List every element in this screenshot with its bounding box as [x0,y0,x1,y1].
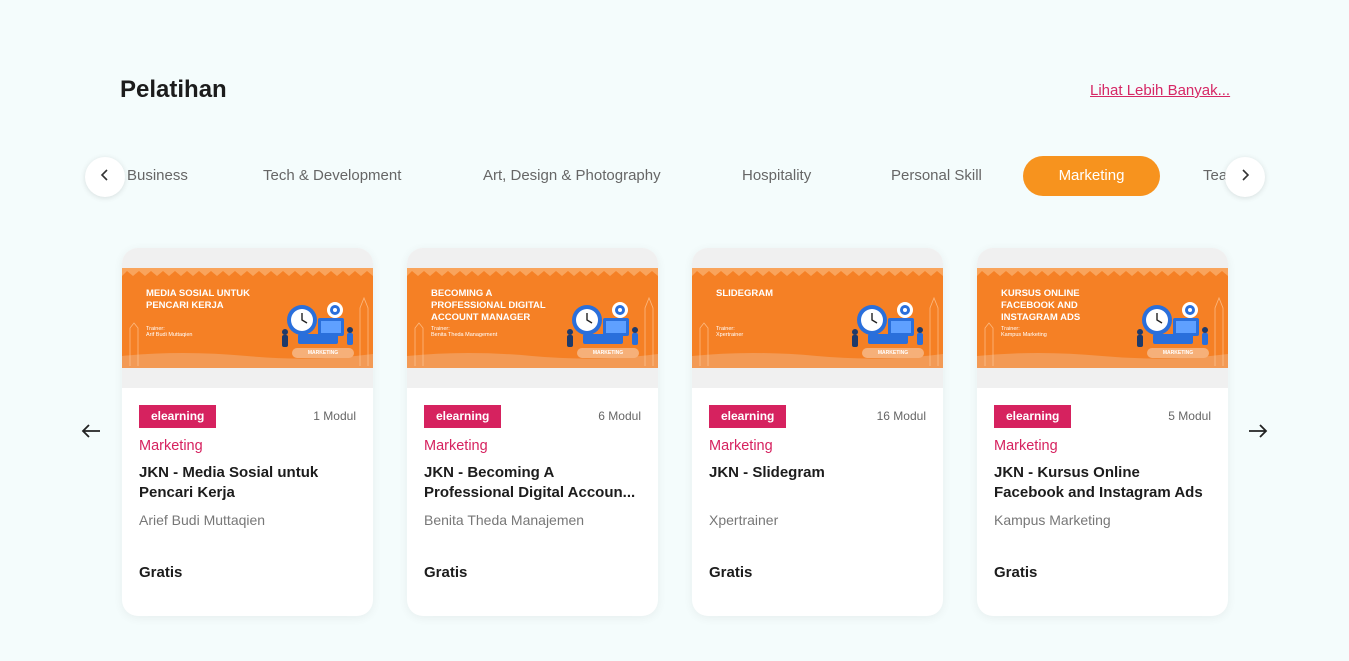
course-title[interactable]: JKN - Becoming A Professional Digital Ac… [424,463,642,503]
elearning-badge: elearning [709,405,787,428]
course-title[interactable]: JKN - Slidegram [709,463,927,483]
tab-tech-development[interactable]: Tech & Development [263,156,401,196]
course-price: Gratis [139,564,183,581]
course-category: Marketing [424,438,488,454]
tab-hospitality[interactable]: Hospitality [742,156,811,196]
module-count: 16 Modul [876,409,926,423]
banner-title: SLIDEGRAM [716,288,773,299]
elearning-badge: elearning [994,405,1072,428]
tabs-next-button[interactable] [1225,157,1265,197]
tab-art-design-photography[interactable]: Art, Design & Photography [483,156,661,196]
banner-title: KURSUS ONLINE FACEBOOK AND INSTAGRAM ADS [1001,288,1081,323]
course-title[interactable]: JKN - Kursus Online Facebook and Instagr… [994,463,1212,503]
course-thumbnail[interactable]: KURSUS ONLINE FACEBOOK AND INSTAGRAM ADS… [977,248,1228,388]
course-provider: Xpertrainer [709,512,779,528]
see-more-link[interactable]: Lihat Lebih Banyak... [1090,82,1230,99]
carousel-next-button[interactable] [1243,418,1273,448]
course-banner: SLIDEGRAM Trainer: Xpertrainer MARKETING [692,268,943,368]
course-thumbnail[interactable]: MEDIA SOSIAL UNTUK PENCARI KERJA Trainer:… [122,248,373,388]
category-tabs: Business Tech & Development Art, Design … [104,156,1250,198]
course-card[interactable]: BECOMING A PROFESSIONAL DIGITAL ACCOUNT … [407,248,658,616]
chevron-left-icon [99,168,111,186]
module-count: 1 Modul [313,409,356,423]
banner-title: MEDIA SOSIAL UNTUK PENCARI KERJA [146,288,250,311]
course-banner: BECOMING A PROFESSIONAL DIGITAL ACCOUNT … [407,268,658,368]
banner-tag: MARKETING [862,348,924,358]
course-card[interactable]: MEDIA SOSIAL UNTUK PENCARI KERJA Trainer:… [122,248,373,616]
course-price: Gratis [994,564,1038,581]
elearning-badge: elearning [424,405,502,428]
module-count: 5 Modul [1168,409,1211,423]
course-category: Marketing [709,438,773,454]
course-category: Marketing [139,438,203,454]
course-price: Gratis [424,564,468,581]
course-thumbnail[interactable]: BECOMING A PROFESSIONAL DIGITAL ACCOUNT … [407,248,658,388]
course-provider: Arief Budi Muttaqien [139,512,266,528]
banner-trainer: Arif Budi Muttaqien [146,332,193,338]
tab-business[interactable]: Business [127,156,188,196]
carousel-prev-button[interactable] [76,418,106,448]
banner-trainer: Xpertrainer [716,332,744,338]
banner-trainer: Kampus Marketing [1001,332,1047,338]
course-category: Marketing [994,438,1058,454]
course-price: Gratis [709,564,753,581]
arrow-right-icon [1248,423,1268,444]
section-title: Pelatihan [120,76,227,103]
banner-trainer: Benita Theda Management [431,332,498,338]
tab-marketing[interactable]: Marketing [1023,156,1160,196]
course-banner: KURSUS ONLINE FACEBOOK AND INSTAGRAM ADS… [977,268,1228,368]
tabs-prev-button[interactable] [85,157,125,197]
module-count: 6 Modul [598,409,641,423]
tab-personal-skill[interactable]: Personal Skill [891,156,982,196]
course-banner: MEDIA SOSIAL UNTUK PENCARI KERJA Trainer:… [122,268,373,368]
course-thumbnail[interactable]: SLIDEGRAM Trainer: Xpertrainer MARKETING [692,248,943,388]
course-card[interactable]: KURSUS ONLINE FACEBOOK AND INSTAGRAM ADS… [977,248,1228,616]
elearning-badge: elearning [139,405,217,428]
course-provider: Kampus Marketing [994,512,1111,528]
arrow-left-icon [81,423,101,444]
course-card[interactable]: SLIDEGRAM Trainer: Xpertrainer MARKETING ele… [692,248,943,616]
course-title[interactable]: JKN - Media Sosial untuk Pencari Kerja [139,463,357,503]
banner-tag: MARKETING [292,348,354,358]
course-provider: Benita Theda Manajemen [424,512,585,528]
chevron-right-icon [1239,168,1251,186]
banner-tag: MARKETING [1147,348,1209,358]
banner-tag: MARKETING [577,348,639,358]
banner-title: BECOMING A PROFESSIONAL DIGITAL ACCOUNT … [431,288,546,323]
